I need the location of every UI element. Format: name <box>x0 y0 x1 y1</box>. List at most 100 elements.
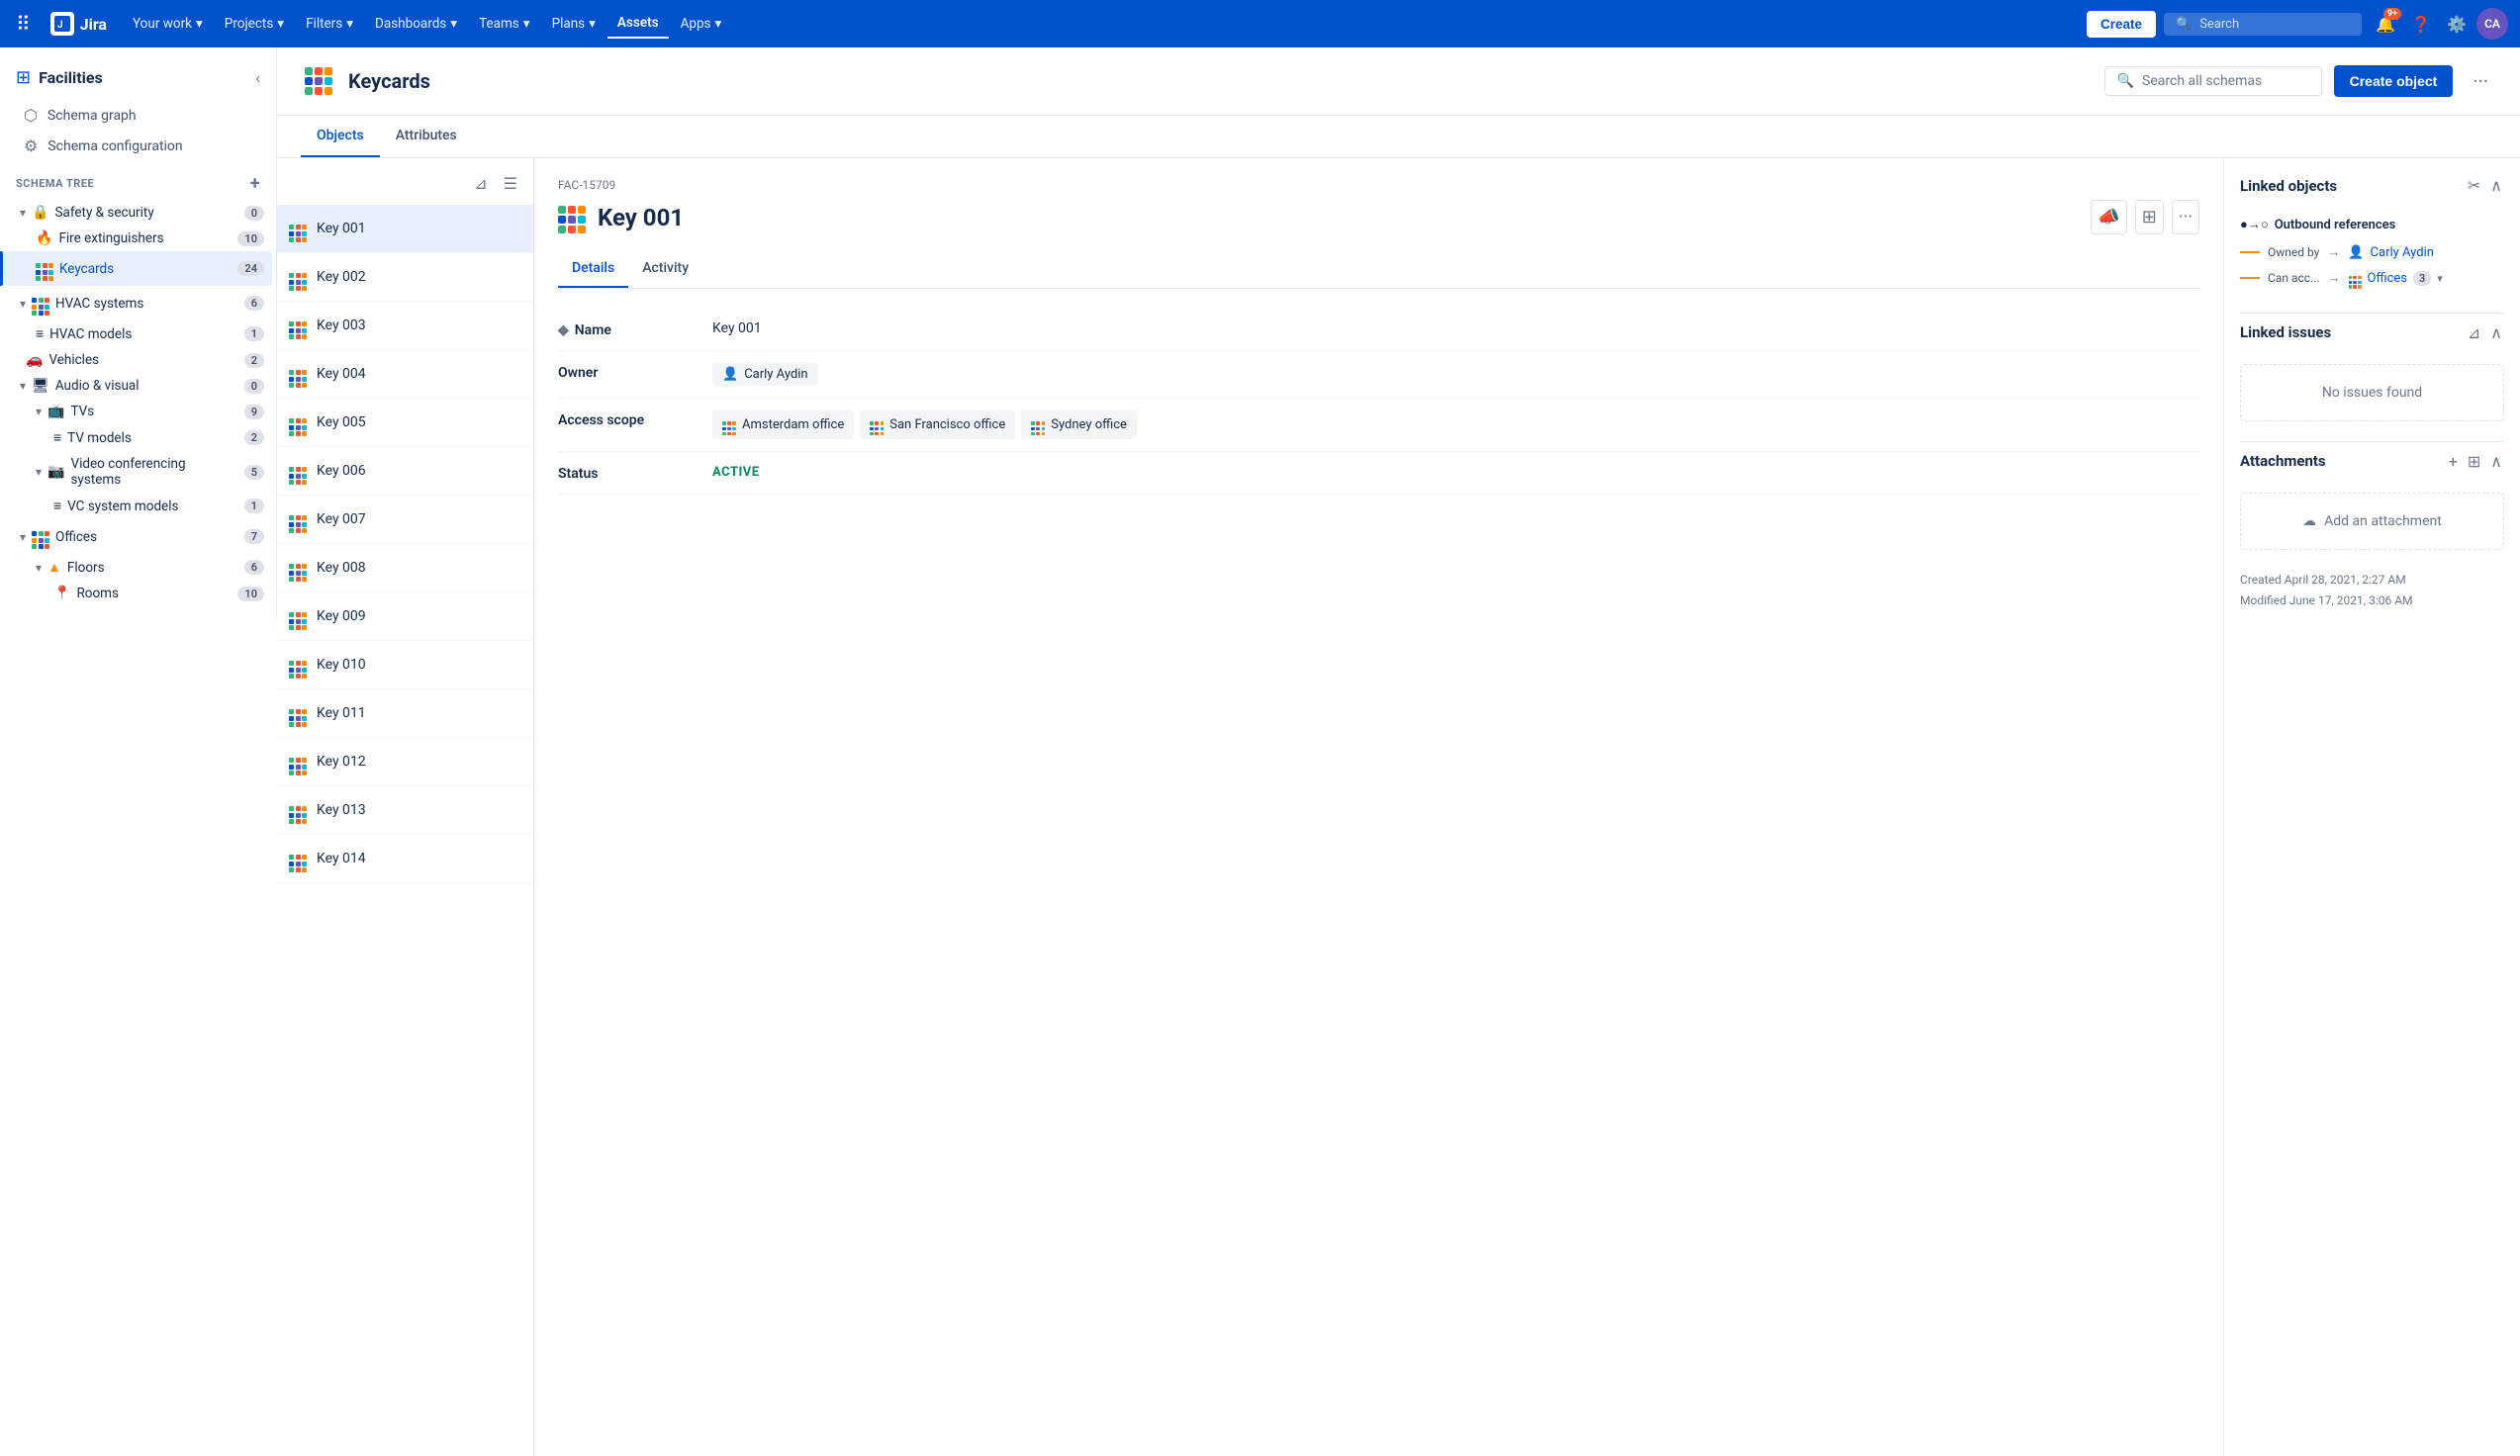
grid-menu-icon[interactable]: ⠿ <box>12 8 35 40</box>
sidebar-item-vc-models[interactable]: ≡ VC system models 1 <box>4 493 272 519</box>
sidebar-item-safety-security[interactable]: ▾ 🔒 Safety & security 0 <box>4 200 272 226</box>
nav-dashboards[interactable]: Dashboards <box>365 10 467 38</box>
list-item[interactable]: Key 012 <box>277 738 533 786</box>
nav-teams[interactable]: Teams <box>469 10 540 38</box>
office-tag[interactable]: Sydney office <box>1021 410 1137 439</box>
announce-button[interactable]: 📣 <box>2091 200 2126 234</box>
sidebar-item-tvs[interactable]: ▾ 📺 TVs 9 <box>4 399 272 424</box>
sidebar-item-rooms[interactable]: 📍 Rooms 10 <box>4 581 272 606</box>
header-actions: 🔍 Search all schemas Create object ··· <box>2104 65 2496 97</box>
search-icon: 🔍 <box>2176 17 2192 32</box>
nav-apps[interactable]: Apps <box>671 10 732 38</box>
list-item[interactable]: Key 002 <box>277 253 533 302</box>
sidebar-item-schema-graph[interactable]: ⬡ Schema graph <box>8 100 268 131</box>
collapse-sidebar-button[interactable]: ‹ <box>255 68 260 87</box>
owner-name: Carly Aydin <box>744 367 807 382</box>
chevron-down-icon: ▾ <box>20 206 26 220</box>
create-object-button[interactable]: Create object <box>2334 65 2454 97</box>
sidebar-item-video-conferencing[interactable]: ▾ 📷 Video conferencing systems 5 <box>4 451 272 493</box>
help-button[interactable]: ❓ <box>2405 8 2437 40</box>
ref-target-carly[interactable]: 👤 Carly Aydin <box>2348 245 2434 260</box>
nav-plans[interactable]: Plans <box>542 10 606 38</box>
more-options-button[interactable]: ··· <box>2465 65 2496 97</box>
user-avatar[interactable]: CA <box>2476 8 2508 40</box>
sidebar-item-floors[interactable]: ▾ ▲ Floors 6 <box>4 554 272 581</box>
search-bar[interactable]: 🔍 Search <box>2164 13 2362 36</box>
nav-your-work[interactable]: Your work <box>123 10 213 38</box>
sidebar-item-fire-extinguishers[interactable]: 🔥 Fire extinguishers 10 <box>4 226 272 251</box>
nav-filters[interactable]: Filters <box>296 10 363 38</box>
sidebar-item-tv-models[interactable]: ≡ TV models 2 <box>4 424 272 451</box>
sidebar-item-audio-visual[interactable]: ▾ 🖥 Audio & visual 0 <box>4 373 272 399</box>
owner-tag[interactable]: 👤 Carly Aydin <box>712 363 818 386</box>
list-item[interactable]: Key 004 <box>277 350 533 399</box>
add-tree-item-button[interactable]: + <box>250 173 260 194</box>
linked-objects-actions: ✂ ∧ <box>2466 174 2504 197</box>
sidebar-item-vehicles[interactable]: 🚗 Vehicles 2 <box>4 347 272 373</box>
search-all-schemas-input[interactable]: 🔍 Search all schemas <box>2104 66 2322 96</box>
list-item[interactable]: Key 003 <box>277 302 533 350</box>
facilities-icon: ⊞ <box>16 67 31 88</box>
list-item[interactable]: Key 010 <box>277 641 533 689</box>
add-attachment-button[interactable]: ☁ Add an attachment <box>2240 493 2504 550</box>
object-label: Key 012 <box>317 754 366 770</box>
nav-projects[interactable]: Projects <box>215 10 294 38</box>
list-icon: ≡ <box>53 498 61 514</box>
collapse-icon[interactable]: ∧ <box>2488 174 2504 197</box>
filter-icon[interactable]: ⊿ <box>470 170 491 197</box>
tab-objects[interactable]: Objects <box>301 116 380 157</box>
list-item[interactable]: Key 007 <box>277 496 533 544</box>
nav-assets[interactable]: Assets <box>607 9 669 39</box>
list-item[interactable]: Key 013 <box>277 786 533 835</box>
list-item[interactable]: Key 014 <box>277 835 533 883</box>
settings-button[interactable]: ⚙️ <box>2441 8 2473 40</box>
grid-view-icon[interactable]: ⊞ <box>2466 450 2482 473</box>
office-tag[interactable]: Amsterdam office <box>712 410 854 439</box>
linked-issues-actions: ⊿ ∧ <box>2466 321 2504 344</box>
sidebar-item-keycards[interactable]: Keycards 24 <box>4 251 272 286</box>
graph-button[interactable]: ⊞ <box>2135 200 2164 234</box>
item-count-badge: 2 <box>244 353 264 368</box>
list-view-icon[interactable]: ☰ <box>500 170 521 197</box>
add-attachment-label: Add an attachment <box>2324 513 2442 529</box>
tab-details[interactable]: Details <box>558 250 628 288</box>
sidebar: ⊞ Facilities ‹ ⬡ Schema graph ⚙ Schema c… <box>0 47 277 618</box>
filter-icon[interactable]: ⊿ <box>2466 321 2482 344</box>
object-grid-icon <box>289 748 307 775</box>
list-item[interactable]: Key 008 <box>277 544 533 592</box>
item-count-badge: 7 <box>244 529 264 544</box>
list-item[interactable]: Key 009 <box>277 592 533 641</box>
list-item[interactable]: Key 011 <box>277 689 533 738</box>
jira-logo[interactable]: J Jira <box>43 12 115 36</box>
item-count-badge: 1 <box>244 326 264 341</box>
add-attachment-icon[interactable]: + <box>2447 450 2460 473</box>
ref-target-offices[interactable]: Offices 3 ▾ <box>2349 268 2443 289</box>
item-count-badge: 2 <box>244 430 264 445</box>
object-label: Key 014 <box>317 851 366 866</box>
chevron-icon <box>523 16 530 32</box>
collapse-icon[interactable]: ∧ <box>2488 321 2504 344</box>
tab-activity[interactable]: Activity <box>628 250 702 288</box>
collapse-icon[interactable]: ∧ <box>2488 450 2504 473</box>
sidebar-item-schema-config[interactable]: ⚙ Schema configuration <box>8 131 268 161</box>
object-grid-icon <box>289 457 307 485</box>
sidebar-item-hvac-systems[interactable]: ▾ HVAC systems 6 <box>4 286 272 320</box>
notifications-button[interactable]: 🔔 9+ <box>2370 8 2401 40</box>
create-button[interactable]: Create <box>2087 11 2156 38</box>
sidebar-wrapper: ⊞ Facilities ‹ ⬡ Schema graph ⚙ Schema c… <box>0 47 277 1456</box>
object-grid-icon <box>289 263 307 291</box>
sidebar-item-hvac-models[interactable]: ≡ HVAC models 1 <box>4 320 272 347</box>
person-icon: 👤 <box>722 367 738 382</box>
object-label: Key 004 <box>317 366 366 382</box>
field-value: 👤 Carly Aydin <box>712 363 2199 386</box>
list-item[interactable]: Key 005 <box>277 399 533 447</box>
list-item[interactable]: Key 001 <box>277 205 533 253</box>
office-tag[interactable]: San Francisco office <box>860 410 1015 439</box>
object-grid-icon <box>289 505 307 533</box>
tab-attributes[interactable]: Attributes <box>380 116 473 157</box>
chevron-down-icon: ▾ <box>20 297 26 311</box>
more-detail-button[interactable]: ··· <box>2172 200 2199 234</box>
list-item[interactable]: Key 006 <box>277 447 533 496</box>
unlink-icon[interactable]: ✂ <box>2466 174 2482 197</box>
sidebar-item-offices[interactable]: ▾ Offices 7 <box>4 519 272 554</box>
